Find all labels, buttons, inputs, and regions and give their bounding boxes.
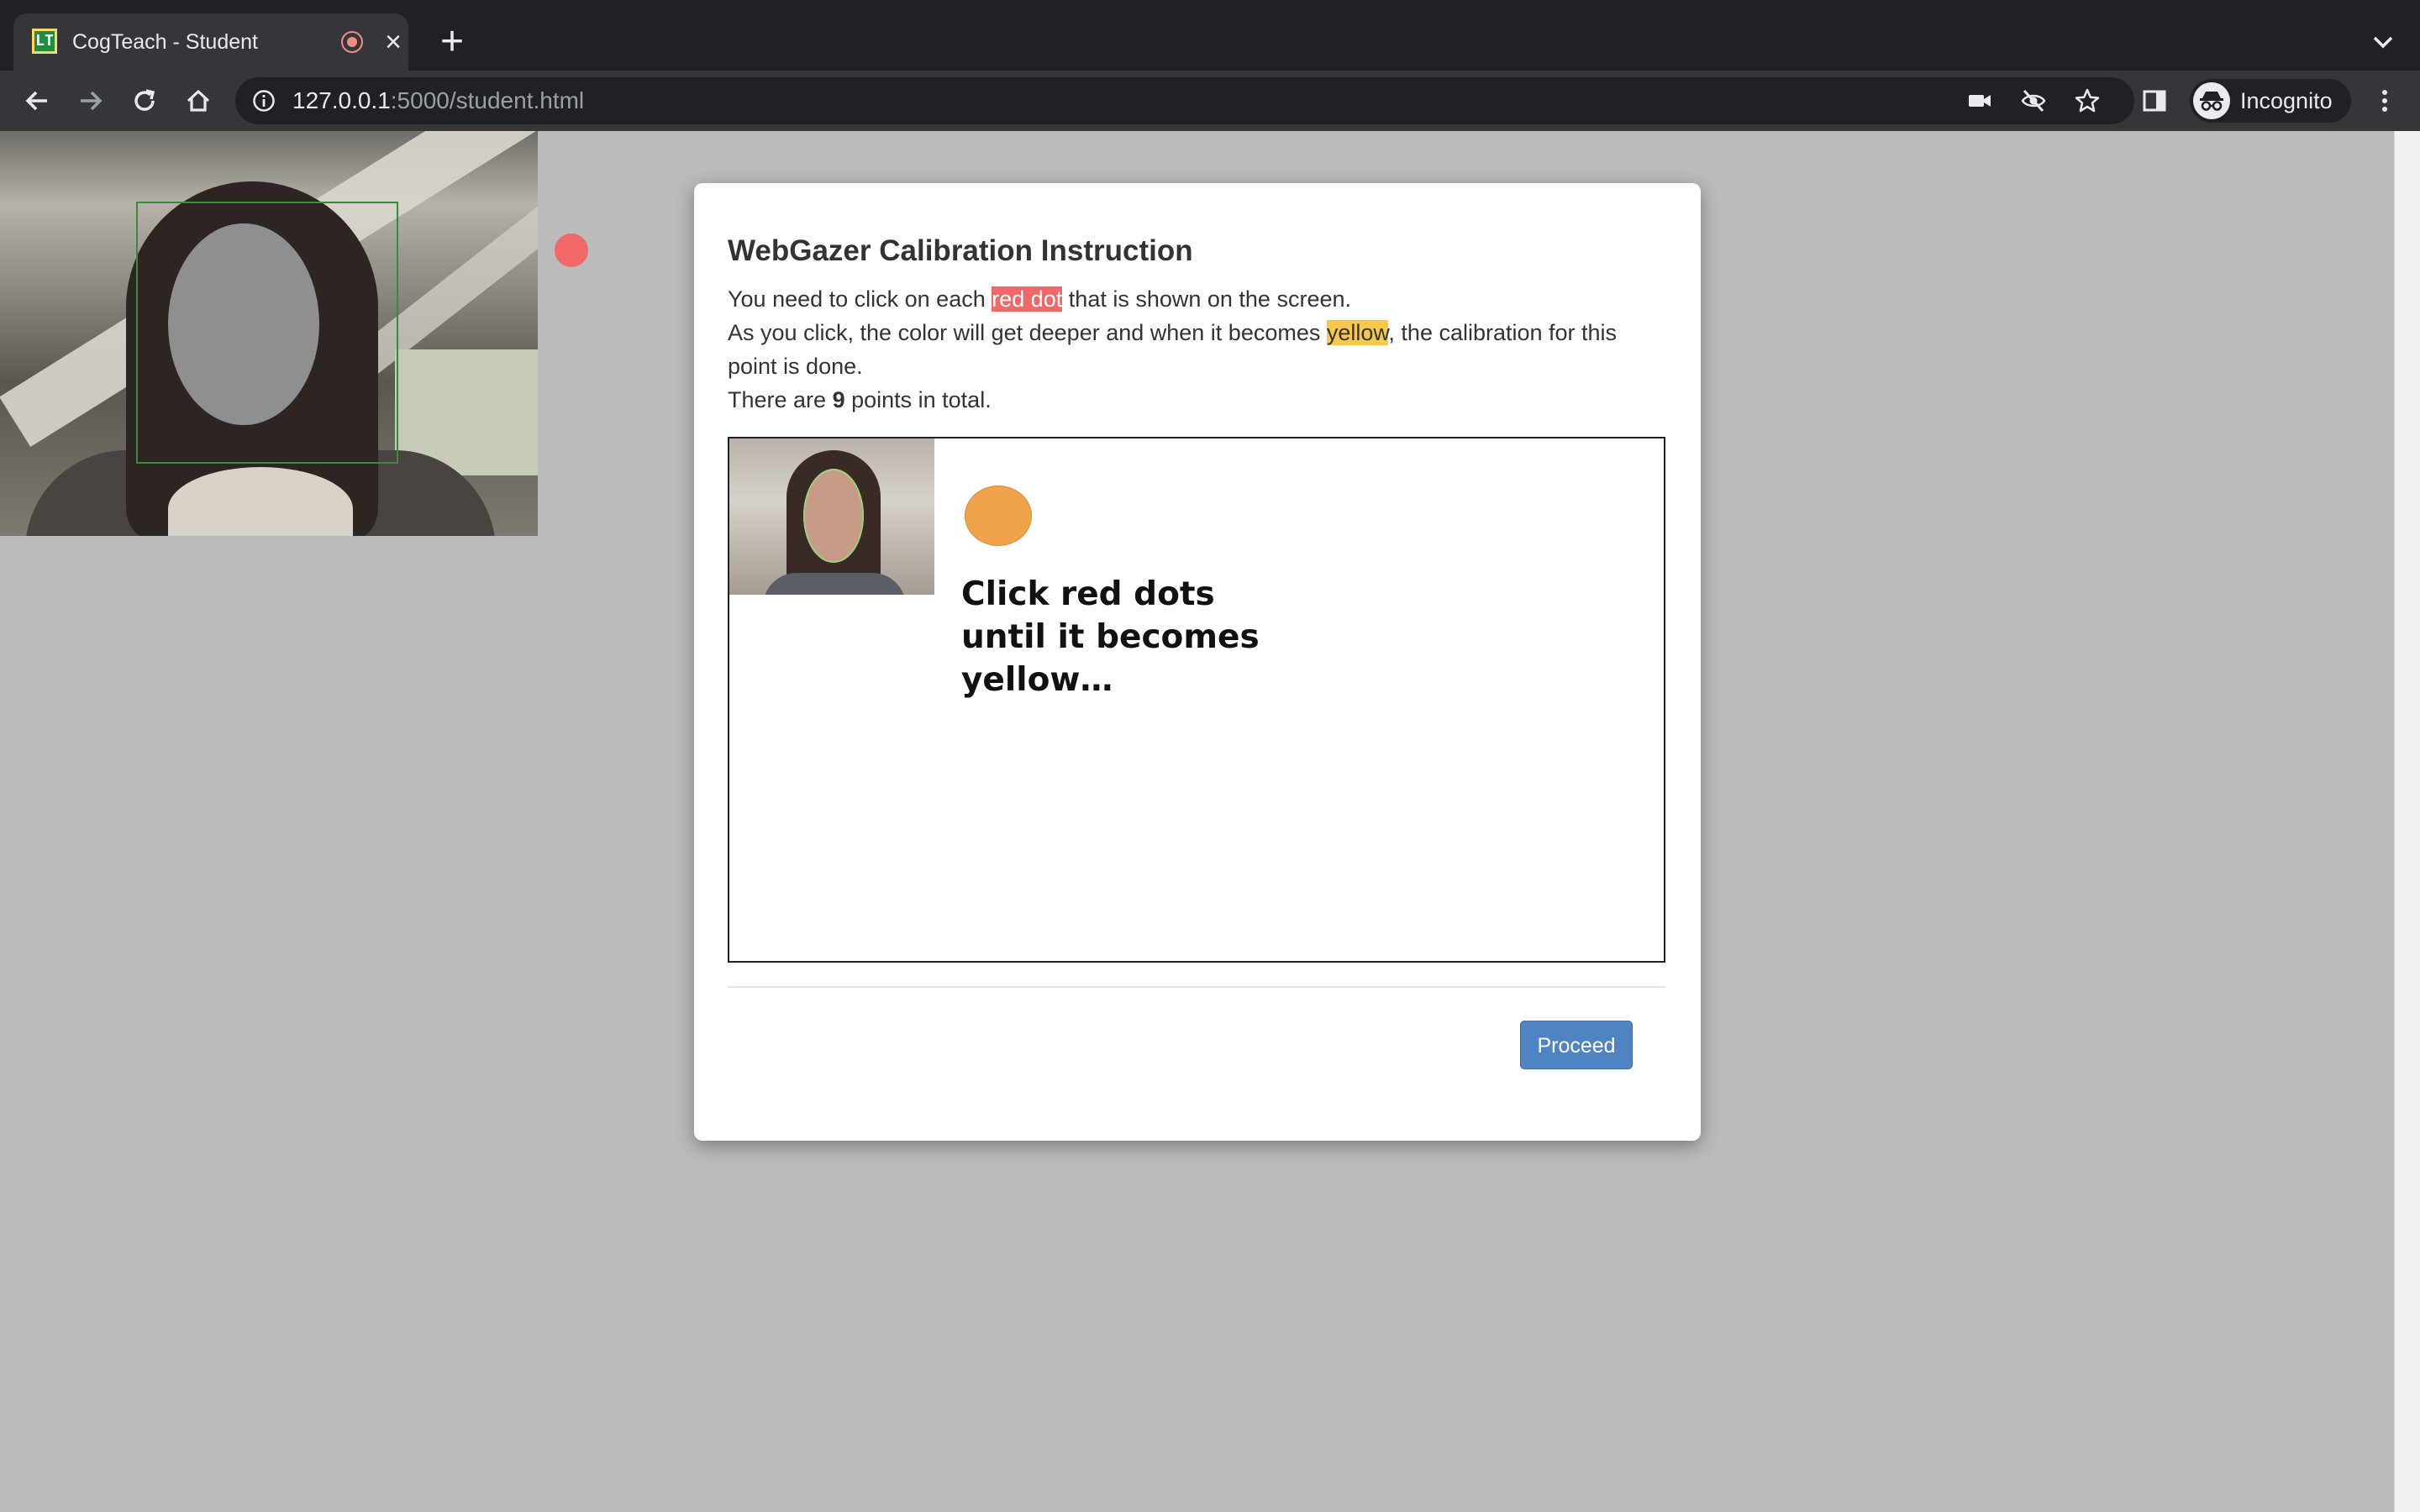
red-dot-highlight: red dot	[992, 286, 1063, 312]
address-bar[interactable]: 127.0.0.1:5000/student.html	[235, 77, 2134, 124]
plus-icon[interactable]: +	[430, 20, 474, 64]
reload-icon[interactable]	[124, 81, 165, 121]
recording-icon	[341, 31, 363, 53]
calibration-point[interactable]	[555, 234, 588, 267]
demo-caption: Click red dots until it becomes yellow…	[961, 575, 1260, 699]
camera-icon[interactable]	[1966, 87, 1993, 114]
instruction-line-3: There are 9 points in total.	[728, 387, 992, 412]
page-content: WebGazer Calibration Instruction You nee…	[0, 131, 2420, 1512]
calibration-demo-image: Click red dots until it becomes yellow…	[728, 437, 1665, 963]
kebab-menu-icon[interactable]	[2365, 81, 2405, 121]
modal-footer-divider	[728, 986, 1665, 988]
browser-tab[interactable]: LT CogTeach - Student ×	[13, 13, 408, 71]
incognito-profile-button[interactable]: Incognito	[2190, 79, 2351, 123]
face-tracking-box	[136, 202, 398, 464]
instruction-line-2: As you click, the color will get deeper …	[728, 320, 1618, 379]
instruction-line-1: You need to click on each red dot that i…	[728, 286, 1351, 312]
tab-strip: LT CogTeach - Student × +	[0, 0, 2420, 71]
proceed-button[interactable]: Proceed	[1520, 1021, 1633, 1069]
star-icon[interactable]	[2074, 87, 2101, 114]
home-icon[interactable]	[178, 81, 218, 121]
instruction-text: You need to click on each red dot that i…	[728, 282, 1669, 417]
demo-calibration-dot	[965, 486, 1032, 546]
face-mesh-overlay	[803, 469, 864, 563]
eye-off-icon[interactable]	[2020, 87, 2047, 114]
info-icon[interactable]	[252, 89, 276, 113]
demo-face-tracking-image	[729, 438, 934, 595]
favicon-icon: LT	[32, 29, 57, 54]
arrow-left-icon[interactable]	[17, 81, 57, 121]
yellow-highlight: yellow	[1326, 320, 1389, 345]
modal-title: WebGazer Calibration Instruction	[728, 234, 1193, 267]
close-icon[interactable]: ×	[376, 25, 410, 59]
url-text[interactable]: 127.0.0.1:5000/student.html	[292, 86, 584, 116]
side-panel-icon[interactable]	[2134, 81, 2175, 121]
chevron-down-icon[interactable]	[2366, 25, 2400, 59]
incognito-label: Incognito	[2240, 88, 2333, 113]
calibration-instruction-modal: WebGazer Calibration Instruction You nee…	[694, 183, 1701, 1141]
arrow-right-icon[interactable]	[71, 81, 111, 121]
incognito-icon	[2193, 82, 2230, 119]
tab-title: CogTeach - Student	[72, 30, 258, 54]
webcam-video-feed	[0, 131, 538, 536]
url-host: 127.0.0.1	[292, 87, 391, 113]
browser-toolbar: 127.0.0.1:5000/student.html Incognito	[0, 71, 2420, 131]
url-path: :5000/student.html	[390, 87, 585, 113]
vertical-scrollbar[interactable]	[2394, 131, 2420, 1512]
points-count: 9	[832, 387, 845, 412]
